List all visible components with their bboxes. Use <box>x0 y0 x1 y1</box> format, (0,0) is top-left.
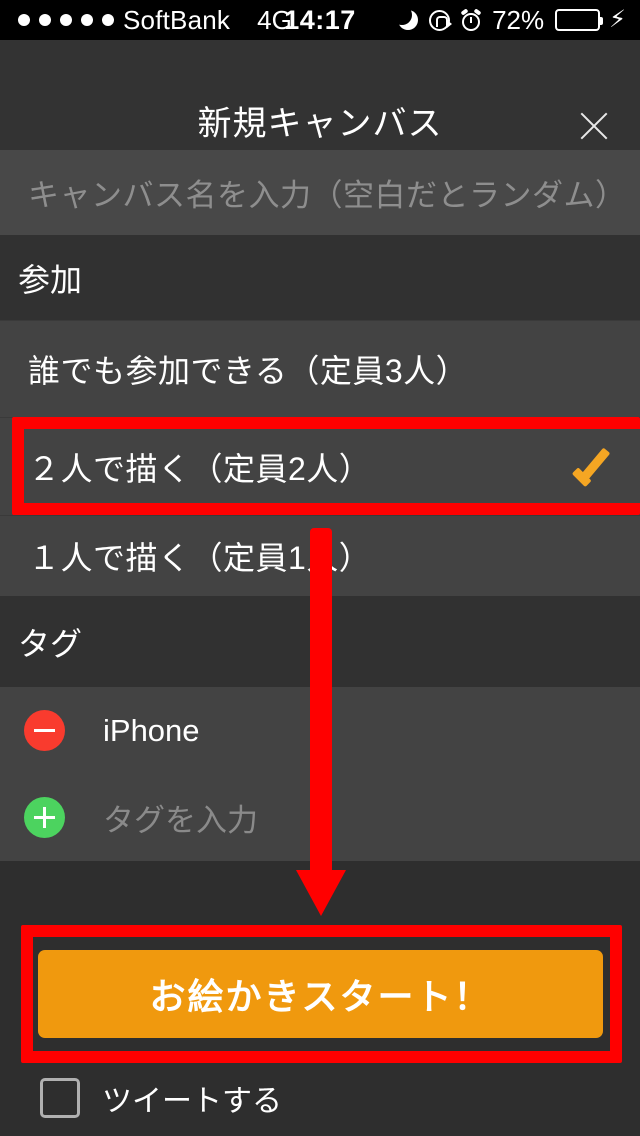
plus-circle-icon[interactable] <box>24 797 65 838</box>
tag-label: iPhone <box>103 712 200 748</box>
canvas-name-placeholder: キャンバス名を入力（空白だとランダム） <box>28 178 627 213</box>
join-section-label: 参加 <box>18 261 83 298</box>
status-bar: SoftBank 4G 14:17 72% ⚡ <box>0 0 640 40</box>
page-title: 新規キャンバス <box>197 105 443 143</box>
canvas-name-input[interactable]: キャンバス名を入力（空白だとランダム） <box>0 150 640 235</box>
join-section-header: 参加 <box>0 235 640 320</box>
alarm-clock-icon <box>460 8 482 31</box>
battery-icon <box>555 9 604 31</box>
close-icon[interactable] <box>576 108 612 144</box>
tweet-checkbox[interactable] <box>40 1078 80 1118</box>
join-option-label: ２人で描く（定員2人） <box>28 450 372 487</box>
battery-percent: 72% <box>492 4 545 35</box>
moon-icon <box>392 5 419 30</box>
navigation-bar: 新規キャンバス <box>0 40 640 150</box>
start-drawing-label: お絵かきスタート！ <box>149 976 492 1017</box>
tag-input-placeholder[interactable]: タグを入力 <box>65 795 258 840</box>
lightning-bolt-icon: ⚡ <box>609 6 626 33</box>
join-option-label: 誰でも参加できる（定員3人） <box>28 353 469 389</box>
app-screen: SoftBank 4G 14:17 72% ⚡ 新規キャンバス キャンバス名を入… <box>0 0 640 1136</box>
join-option-two-people[interactable]: ２人で描く（定員2人） <box>0 417 640 515</box>
down-arrow-icon <box>310 528 332 876</box>
down-arrow-head-icon <box>296 870 346 916</box>
join-option-anyone[interactable]: 誰でも参加できる（定員3人） <box>0 320 640 417</box>
checkmark-icon <box>571 447 616 487</box>
start-drawing-button[interactable]: お絵かきスタート！ <box>38 950 603 1038</box>
tag-section-label: タグ <box>18 625 83 662</box>
minus-circle-icon[interactable] <box>24 710 65 751</box>
rotation-lock-icon <box>429 9 453 31</box>
tweet-checkbox-label: ツイートする <box>102 1085 282 1118</box>
status-bar-right: 72% ⚡ <box>392 0 626 40</box>
tweet-checkbox-row[interactable]: ツイートする <box>0 1060 640 1136</box>
